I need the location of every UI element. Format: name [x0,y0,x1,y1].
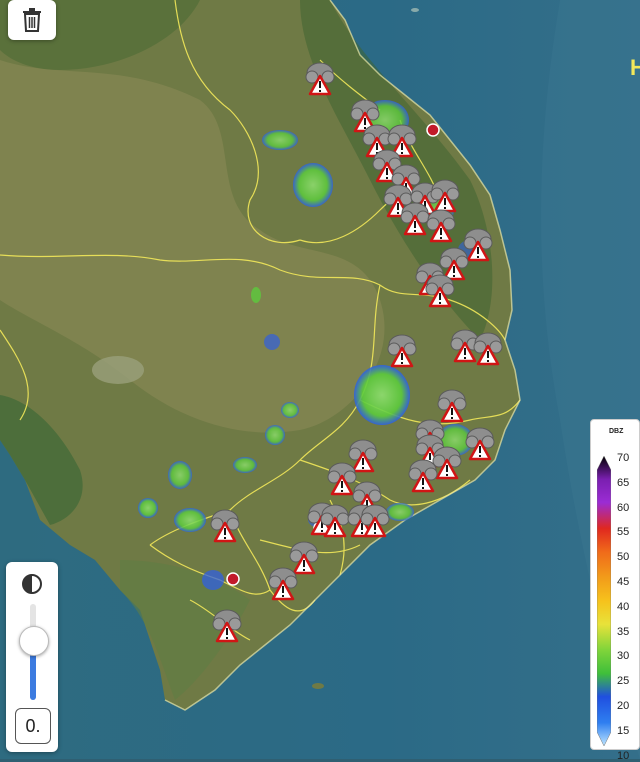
legend-tick-label: 45 [617,576,630,588]
legend-tick-label: 40 [617,600,630,613]
legend-tick-label: 15 [617,724,630,737]
radar-echo [354,365,410,425]
radar-echo [174,508,206,532]
opacity-slider-thumb[interactable] [19,626,49,657]
radar-echo [168,461,192,489]
legend-tick-label: 55 [617,526,630,539]
legend-tick-label: 35 [617,625,630,638]
legend-tick-label: 25 [617,675,630,688]
legend-tick-label: 70 [617,452,630,464]
dbz-legend: DBZ 70 65 60 55 50 45 40 35 30 25 20 15 10 [590,419,640,762]
radar-map[interactable]: H [0,0,640,759]
radar-echo [281,402,299,418]
legend-tick-label: 60 [617,501,630,514]
opacity-control: 0. [6,562,58,752]
red-dot-icon[interactable] [426,123,440,137]
legend-unit: DBZ [609,428,624,435]
radar-echo [262,130,298,150]
trash-icon [23,8,41,32]
radar-echo [293,163,333,207]
legend-tick-label: 50 [617,551,630,564]
island [411,8,419,12]
legend-color-bar [597,456,611,746]
radar-echo [202,570,224,590]
legend-tick-label: 20 [617,700,630,712]
island [312,683,324,689]
half-circle-icon [22,574,42,594]
legend-tick-label: 30 [617,650,630,663]
opacity-value-field[interactable]: 0. [15,708,51,744]
radar-echo [264,334,280,350]
legend-tick-label: 10 [617,749,630,762]
delete-button[interactable] [8,0,56,40]
radar-echo [233,457,257,473]
radar-echo [251,287,261,303]
red-dot-icon[interactable] [226,572,240,586]
radar-echo [265,425,285,445]
edge-label: H [630,55,640,80]
legend-tick-label: 65 [617,476,630,489]
radar-echo [386,503,414,521]
radar-echo [138,498,158,518]
lake [92,356,144,384]
